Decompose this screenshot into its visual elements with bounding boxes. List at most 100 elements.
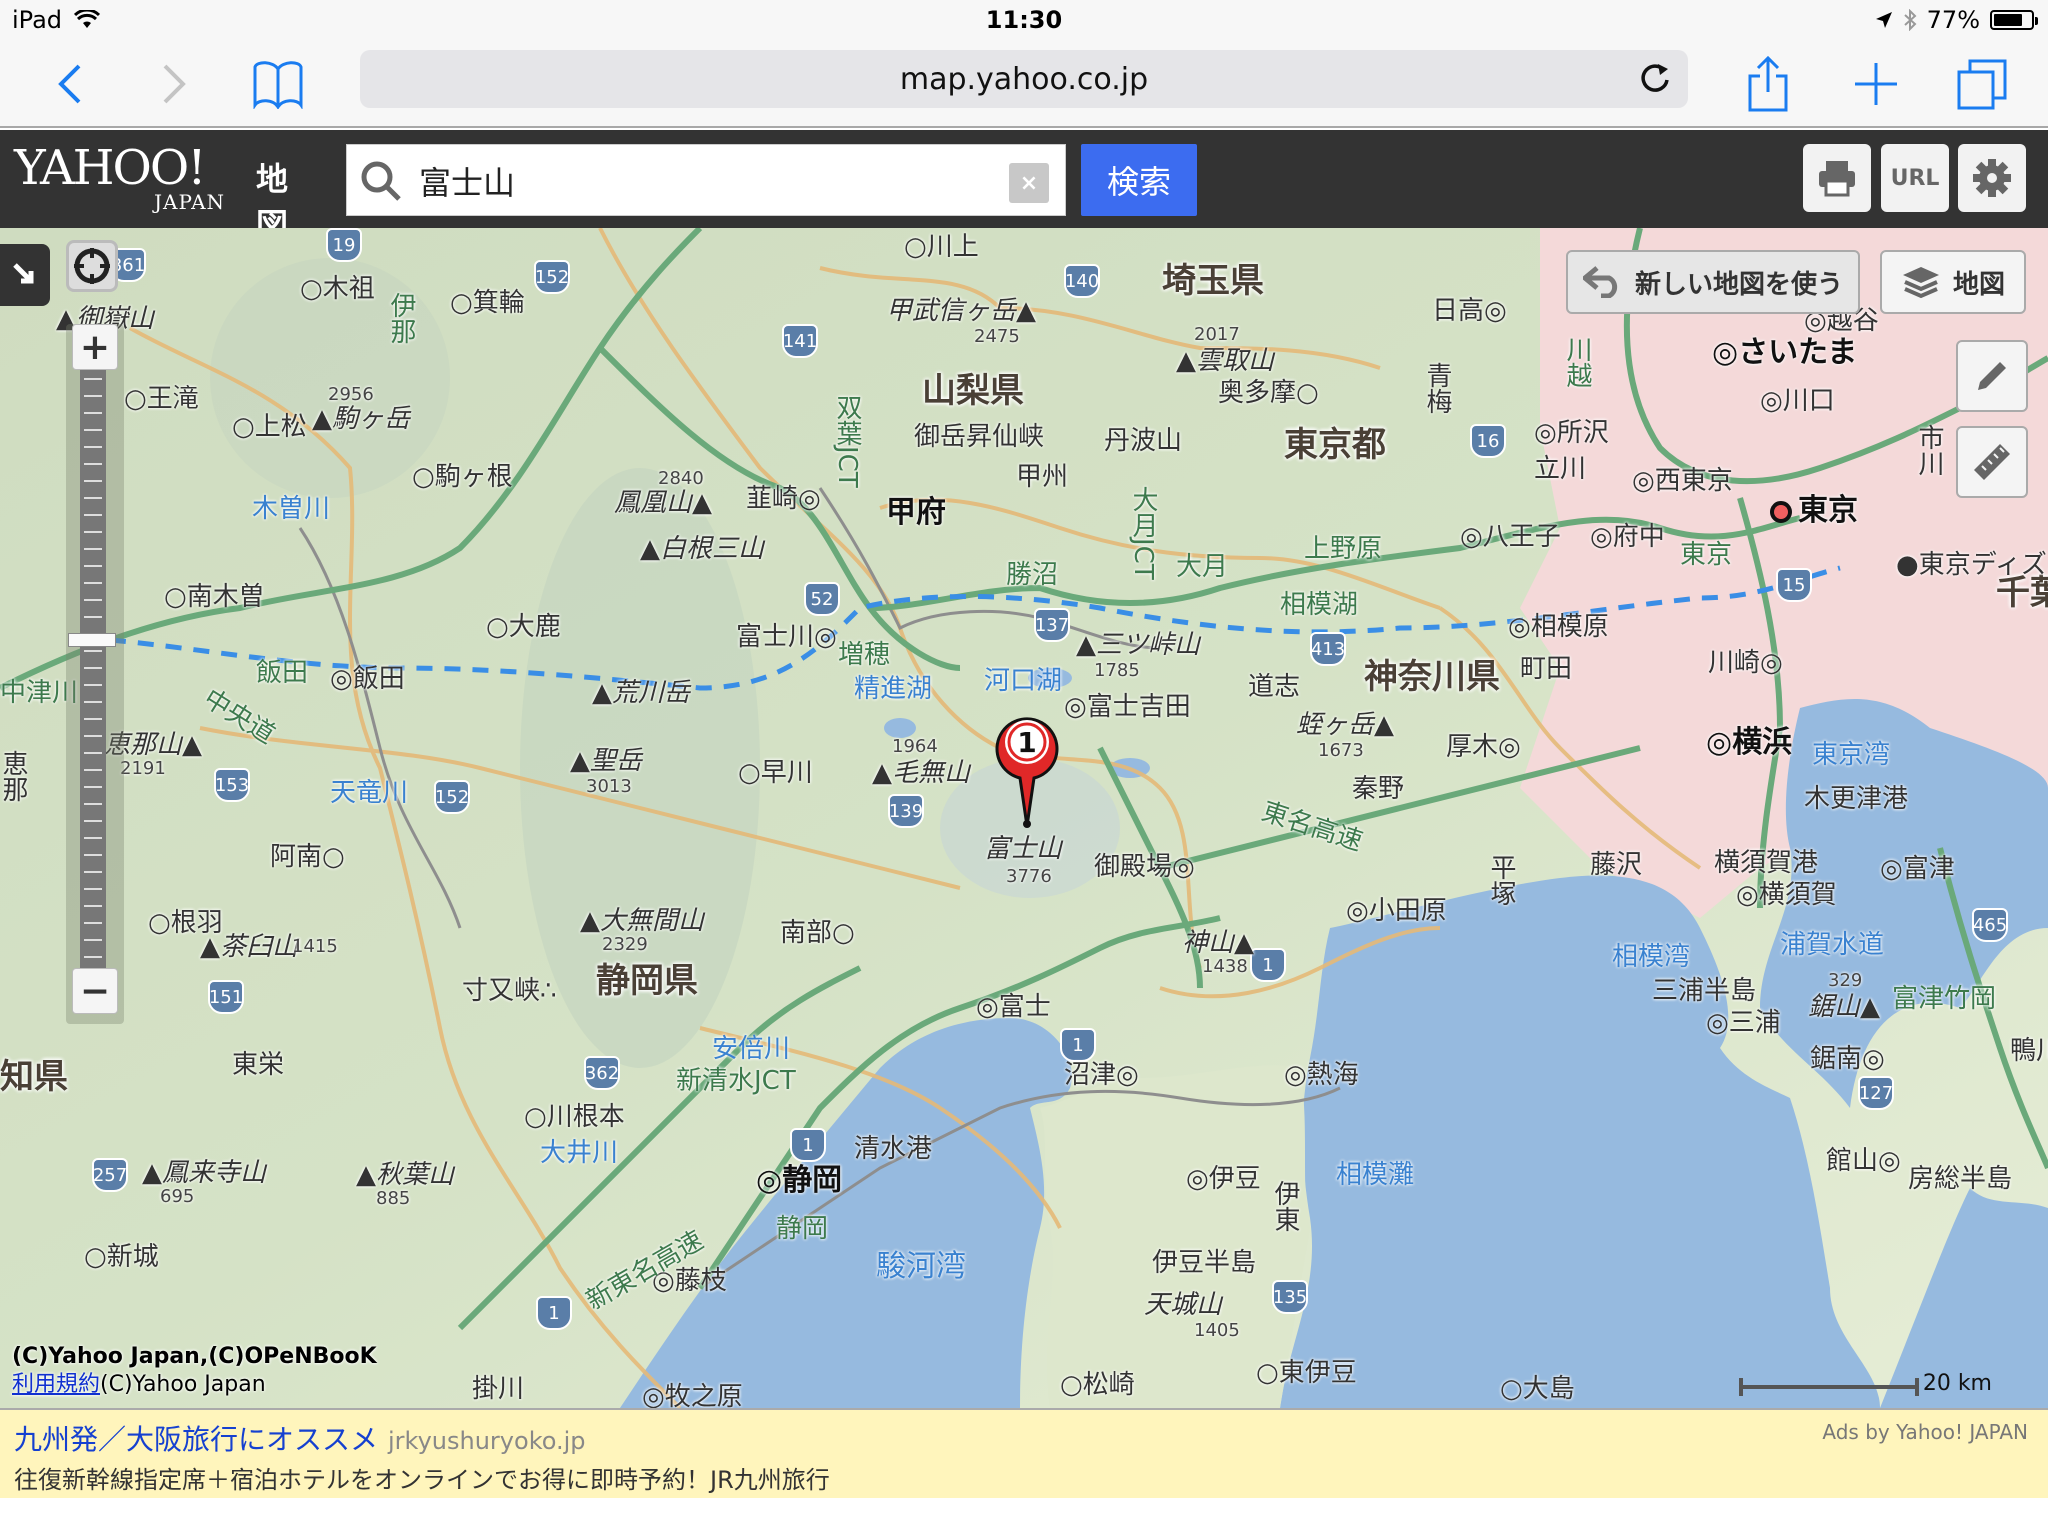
place-name: 鋸南 (1810, 1044, 1863, 1074)
bookmarks-button[interactable] (248, 54, 308, 114)
place-name: 川根本 (546, 1102, 625, 1132)
mountain-label: ▲秋葉山 (356, 1160, 455, 1190)
place-name: 川上 (926, 232, 979, 262)
place-label: 掛川 (472, 1374, 525, 1404)
water-label: 天竜川 (330, 778, 409, 808)
place-label: 立川 (1534, 454, 1587, 484)
use-new-map-button[interactable]: 新しい地図を使う (1566, 250, 1860, 314)
map-canvas[interactable]: 19 361 152 141 140 16 52 137 413 15 139 … (0, 228, 2048, 1408)
water-label: 相模灘 (1336, 1160, 1415, 1190)
mountain-name: 神山 (1182, 928, 1235, 958)
share-button[interactable] (1738, 54, 1798, 114)
ic-label: 飯田 (256, 658, 309, 688)
place-name: 王滝 (146, 384, 199, 414)
location-pin-marker[interactable]: 1 (994, 708, 1060, 828)
road-shield: 465 (1972, 908, 2008, 942)
clear-search-button[interactable]: × (1009, 163, 1049, 203)
mountain-name: 荒川岳 (612, 678, 691, 708)
yahoo-logo[interactable]: YAHOO! JAPAN 地図 (14, 144, 288, 244)
mountain-label: ▲聖岳 (570, 746, 643, 776)
forward-button[interactable] (144, 54, 204, 114)
map-copyright: (C)Yahoo Japan,(C)OPeNBooK 利用規約(C)Yahoo … (12, 1343, 377, 1400)
ad-title[interactable]: 九州発／大阪旅行にオススメ (14, 1423, 378, 1456)
mountain-label: ▲雲取山 (1176, 346, 1275, 376)
scale-label: 20 km (1922, 1371, 1992, 1396)
place-label: ○川上 (904, 232, 979, 262)
screen: iPad 11:30 77% map.yahoo.co.jp YAHOO! JA… (0, 0, 2048, 1536)
place-name: 沼津 (1064, 1060, 1117, 1090)
pref-label: 千葉 (1996, 573, 2048, 613)
mountain-label: ▲三ツ峠山 (1076, 630, 1201, 660)
zoom-tick (84, 565, 102, 567)
city-name: 静岡 (782, 1163, 843, 1198)
road-shield: 152 (534, 260, 570, 294)
place-name: 川崎 (1708, 648, 1761, 678)
place-name: 府中 (1612, 522, 1665, 552)
scale-bar-line (1738, 1378, 1919, 1396)
place-label: 秦野 (1352, 774, 1405, 804)
gear-icon (1973, 159, 2011, 197)
ad-link[interactable]: 九州発／大阪旅行にオススメ jrkyushuryoko.jp (14, 1418, 586, 1458)
pref-label: 山梨県 (922, 371, 1024, 411)
draw-tool-button[interactable] (1956, 340, 2028, 412)
place-name: 熱海 (1306, 1060, 1359, 1090)
scale-bar: 20 km (1738, 1371, 1992, 1396)
place-label: 清水港 (854, 1134, 933, 1164)
tabs-button[interactable] (1952, 54, 2012, 114)
place-label: 丹波山 (1104, 426, 1183, 456)
pref-label: 神奈川県 (1364, 657, 1500, 697)
place-label: ◎伊豆 (1186, 1164, 1261, 1194)
zoom-out-button[interactable]: − (72, 968, 118, 1014)
zoom-tick (84, 650, 102, 652)
water-label: 大井川 (540, 1138, 619, 1168)
place-name: 富士 (998, 992, 1051, 1022)
water-label: 木曽川 (252, 494, 331, 524)
ic-label: 静岡 (776, 1214, 829, 1244)
zoom-slider-thumb[interactable] (68, 633, 116, 648)
back-button[interactable] (40, 54, 100, 114)
place-name: 藤枝 (674, 1266, 727, 1296)
terms-link[interactable]: 利用規約 (12, 1372, 100, 1397)
place-name: 小田原 (1368, 896, 1447, 926)
new-tab-button[interactable] (1846, 54, 1906, 114)
reload-icon[interactable] (1636, 60, 1674, 98)
road-shield: 127 (1858, 1076, 1894, 1110)
place-name: 厚木 (1446, 732, 1499, 762)
map-layer-button[interactable]: 地図 (1880, 250, 2026, 314)
zoom-tick (84, 956, 102, 958)
battery-percent: 77% (1926, 6, 1980, 34)
place-label: ○大鹿 (486, 612, 561, 642)
ic-label: 大月 (1176, 552, 1229, 582)
zoom-in-button[interactable]: + (72, 324, 118, 370)
elevation-label: 2840 (658, 468, 704, 489)
search-button[interactable]: 検索 (1081, 144, 1197, 216)
place-label: 伊東 (1270, 1180, 1300, 1232)
url-button[interactable]: URL (1881, 144, 1949, 212)
place-name: 八王子 (1482, 522, 1561, 552)
place-label: 奥多摩○ (1218, 378, 1319, 408)
elevation-label: 695 (160, 1186, 195, 1207)
settings-button[interactable] (1958, 144, 2026, 212)
search-input[interactable] (419, 155, 979, 207)
current-location-button[interactable] (66, 240, 118, 292)
place-name: 三浦 (1728, 1008, 1781, 1038)
place-label: ○早川 (738, 758, 813, 788)
water-label: 東京湾 (1812, 740, 1891, 770)
place-name: 南木曽 (186, 582, 265, 612)
layers-icon (1902, 267, 1939, 299)
address-bar[interactable]: map.yahoo.co.jp (360, 50, 1688, 108)
water-label: 河口湖 (984, 666, 1063, 696)
ic-label: 東京 (1680, 540, 1733, 570)
ic-label: 相模湖 (1280, 590, 1359, 620)
place-label: ◎小田原 (1346, 896, 1447, 926)
place-label: ◎飯田 (330, 664, 405, 694)
print-button[interactable] (1803, 144, 1871, 212)
mountain-label: ▲荒川岳 (592, 678, 691, 708)
measure-tool-button[interactable] (1956, 426, 2028, 498)
road-shield: 141 (782, 324, 818, 358)
city-label: 甲府 (886, 495, 946, 530)
expand-panel-button[interactable] (0, 244, 50, 306)
road-shield: 139 (888, 794, 924, 828)
place-label: 甲州 (1016, 462, 1069, 492)
place-name: 東京ディズニー (1918, 550, 2048, 580)
